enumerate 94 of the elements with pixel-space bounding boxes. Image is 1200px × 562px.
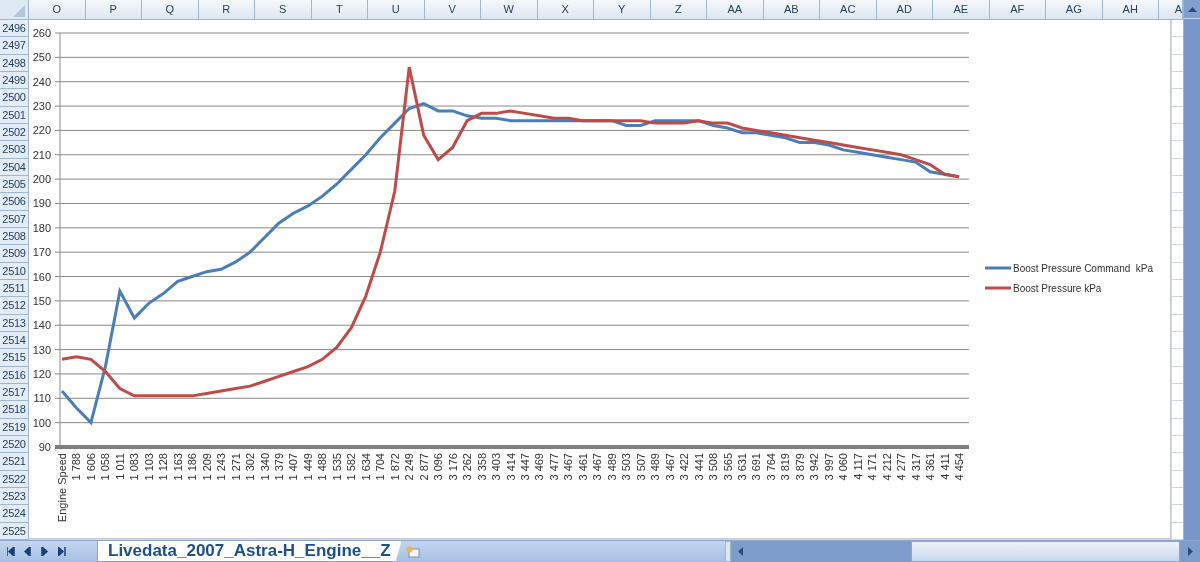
axis-tick-label: 1 582 — [345, 453, 358, 481]
axis-tick-label: 3 942 — [808, 453, 821, 481]
axis-tick-label: 3 508 — [707, 453, 720, 481]
axis-tick-label: 3 461 — [576, 453, 589, 481]
scroll-left-icon[interactable] — [738, 547, 744, 556]
axis-tick-label: 3 467 — [663, 453, 676, 481]
axis-tick-label: 3 096 — [432, 453, 445, 481]
axis-tick-label: 3 477 — [547, 453, 560, 481]
axis-tick-label: 1 243 — [215, 453, 228, 481]
axis-tick-label: 1 163 — [171, 453, 184, 481]
axis-tick-label: 180 — [32, 221, 51, 234]
axis-tick-label: 140 — [32, 319, 51, 332]
sheet-tab[interactable]: Livedata_2007_Astra-H_Engine__Z — [97, 541, 402, 562]
axis-tick-label: 260 — [32, 27, 51, 39]
axis-tick-label: 1 449 — [301, 453, 314, 481]
legend-label: Boost Pressure Command kPa — [1013, 263, 1154, 274]
axis-tick-label: 1 011 — [113, 453, 126, 480]
axis-tick-label: 1 302 — [244, 453, 257, 481]
axis-tick-label: 1 535 — [330, 453, 343, 481]
axis-tick-label: 2 249 — [403, 453, 416, 481]
axis-tick-label: 90 — [38, 441, 51, 453]
axis-tick-label: 1 606 — [84, 453, 97, 481]
axis-tick-label: 210 — [32, 148, 51, 161]
axis-tick-label: 3 358 — [475, 453, 488, 481]
axis-tick-label: 4 060 — [837, 453, 850, 481]
axis-tick-label: 3 467 — [591, 453, 604, 481]
axis-tick-label: 3 879 — [793, 453, 806, 481]
axis-tick-label: 190 — [32, 197, 51, 210]
scroll-up-icon[interactable] — [1187, 6, 1197, 12]
axis-tick-label: 3 262 — [461, 453, 474, 481]
axis-tick-label: 3 467 — [562, 453, 575, 481]
first-sheet-icon[interactable] — [7, 547, 15, 556]
axis-tick-label: 4 117 — [851, 453, 864, 480]
axis-tick-label: 3 489 — [649, 453, 662, 481]
scrollbar-thumb[interactable] — [1184, 19, 1200, 540]
axis-tick-label: 250 — [32, 51, 51, 64]
axis-tick-label: 3 631 — [736, 453, 748, 481]
insert-sheet-icon[interactable] — [405, 545, 420, 558]
axis-tick-label: 200 — [32, 173, 51, 186]
axis-tick-label: 230 — [32, 100, 51, 113]
axis-tick-label: 1 488 — [316, 453, 329, 481]
axis-tick-label: 1 083 — [128, 453, 141, 481]
scrollbar-thumb[interactable] — [910, 541, 1180, 562]
axis-tick-label: 160 — [32, 270, 51, 283]
axis-tick-label: 3 764 — [764, 453, 777, 481]
axis-tick-label: 150 — [32, 294, 51, 307]
axis-tick-label: 100 — [32, 416, 51, 429]
axis-tick-label: 1 379 — [273, 453, 285, 481]
axis-tick-label: 1 103 — [142, 453, 155, 481]
axis-tick-label: 1 788 — [70, 453, 83, 481]
last-sheet-icon[interactable] — [58, 547, 66, 556]
axis-tick-label: 1 634 — [359, 453, 372, 481]
axis-tick-label: 3 441 — [692, 453, 705, 481]
axis-tick-label: 1 271 — [229, 453, 242, 481]
axis-tick-label: 3 403 — [490, 453, 503, 481]
axis-tick-label: 1 340 — [258, 453, 271, 481]
axis-tick-label: 1 704 — [374, 453, 387, 481]
axis-tick-label: 2 877 — [417, 453, 430, 481]
axis-tick-label: 3 507 — [634, 453, 647, 481]
axis-tick-label: 1 186 — [186, 453, 199, 481]
axis-tick-label: 1 407 — [287, 453, 300, 481]
axis-tick-label: 1 872 — [388, 453, 401, 481]
axis-tick-label: 4 411 — [938, 453, 951, 480]
axis-tick-label: 4 454 — [953, 453, 965, 481]
axis-tick-label: 3 503 — [620, 453, 633, 481]
axis-tick-label: 1 058 — [99, 453, 112, 481]
axis-tick-label: Engine Speed — [56, 453, 68, 523]
axis-tick-label: 3 469 — [533, 453, 546, 481]
axis-tick-label: 4 212 — [880, 453, 893, 481]
axis-tick-label: 3 489 — [605, 453, 618, 481]
axis-tick-label: 1 209 — [200, 453, 213, 481]
axis-tick-label: 130 — [32, 343, 51, 356]
axis-tick-label: 170 — [32, 246, 51, 259]
axis-tick-label: 3 819 — [779, 453, 792, 481]
axis-tick-label: 4 277 — [895, 453, 908, 481]
axis-tick-label: 3 997 — [822, 453, 835, 481]
axis-tick-label: 4 317 — [909, 453, 922, 481]
axis-tick-label: 240 — [32, 75, 51, 88]
scroll-right-icon[interactable] — [1187, 547, 1193, 556]
axis-tick-label: 1 128 — [157, 453, 170, 481]
axis-tick-label: 110 — [33, 392, 51, 405]
axis-tick-label: 4 171 — [866, 453, 879, 481]
next-sheet-icon[interactable] — [41, 547, 49, 556]
axis-tick-label: 3 422 — [678, 453, 691, 481]
axis-tick-label: 3 176 — [446, 453, 459, 481]
axis-tick-label: 220 — [32, 124, 51, 137]
axis-tick-label: 4 361 — [924, 453, 937, 481]
axis-tick-label: 3 565 — [721, 453, 734, 481]
axis-tick-label: 3 414 — [504, 453, 517, 481]
axis-tick-label: 120 — [32, 367, 51, 380]
previous-sheet-icon[interactable] — [24, 547, 32, 556]
legend-label: Boost Pressure kPa — [1013, 283, 1102, 294]
axis-tick-label: 3 447 — [518, 453, 531, 481]
axis-tick-label: 3 691 — [750, 453, 763, 481]
